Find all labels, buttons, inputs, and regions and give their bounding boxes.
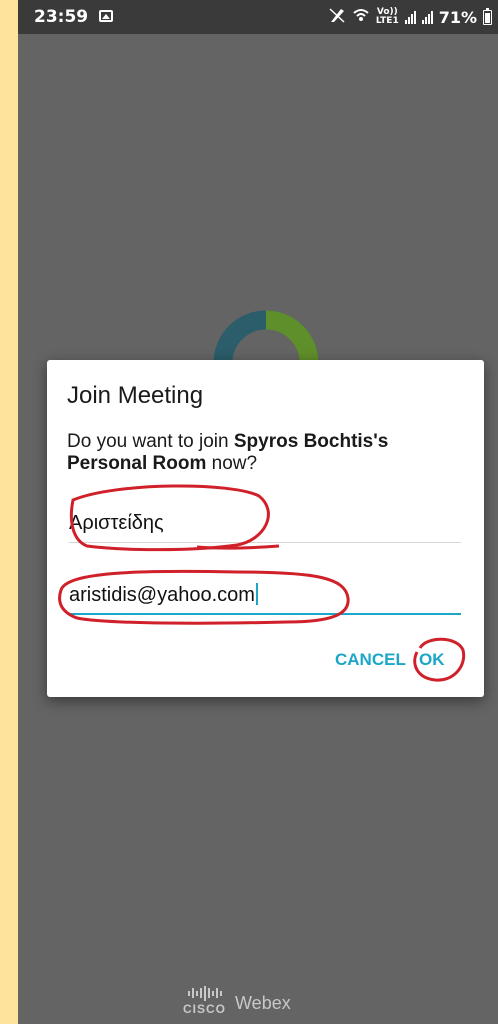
dialog-title: Join Meeting [67,382,204,409]
battery-percent: 71% [438,7,477,27]
network-type: Vo)) LTE1 [375,7,399,26]
dialog-message: Do you want to join Spyros Bochtis's Per… [67,431,389,474]
text-cursor [255,583,258,605]
cisco-wordmark: CISCO [183,1002,227,1016]
ok-button[interactable]: OK [419,650,445,670]
signal-icon-2 [421,10,433,24]
name-field[interactable]: Αριστείδης [69,512,461,543]
gallery-icon [99,10,113,22]
join-meeting-dialog: Join Meeting Do you want to join Spyros … [47,360,484,697]
wifi-calling-icon [352,7,370,27]
status-bar: 23:59 Vo)) LTE1 71% [18,0,498,34]
status-time: 23:59 [34,7,89,27]
email-field[interactable]: aristidis@yahoo.com [69,583,461,615]
status-icons: Vo)) LTE1 71% [328,7,492,27]
cancel-button[interactable]: CANCEL [335,650,406,670]
no-sim-icon [328,7,346,27]
footer-branding: CISCO Webex [183,985,291,1016]
app-screen: 23:59 Vo)) LTE1 71% Join Meeting Do you … [18,0,498,1024]
cisco-logo: CISCO [183,985,226,1016]
signal-icon [404,10,416,24]
battery-icon [483,7,492,25]
webex-wordmark: Webex [235,993,291,1013]
